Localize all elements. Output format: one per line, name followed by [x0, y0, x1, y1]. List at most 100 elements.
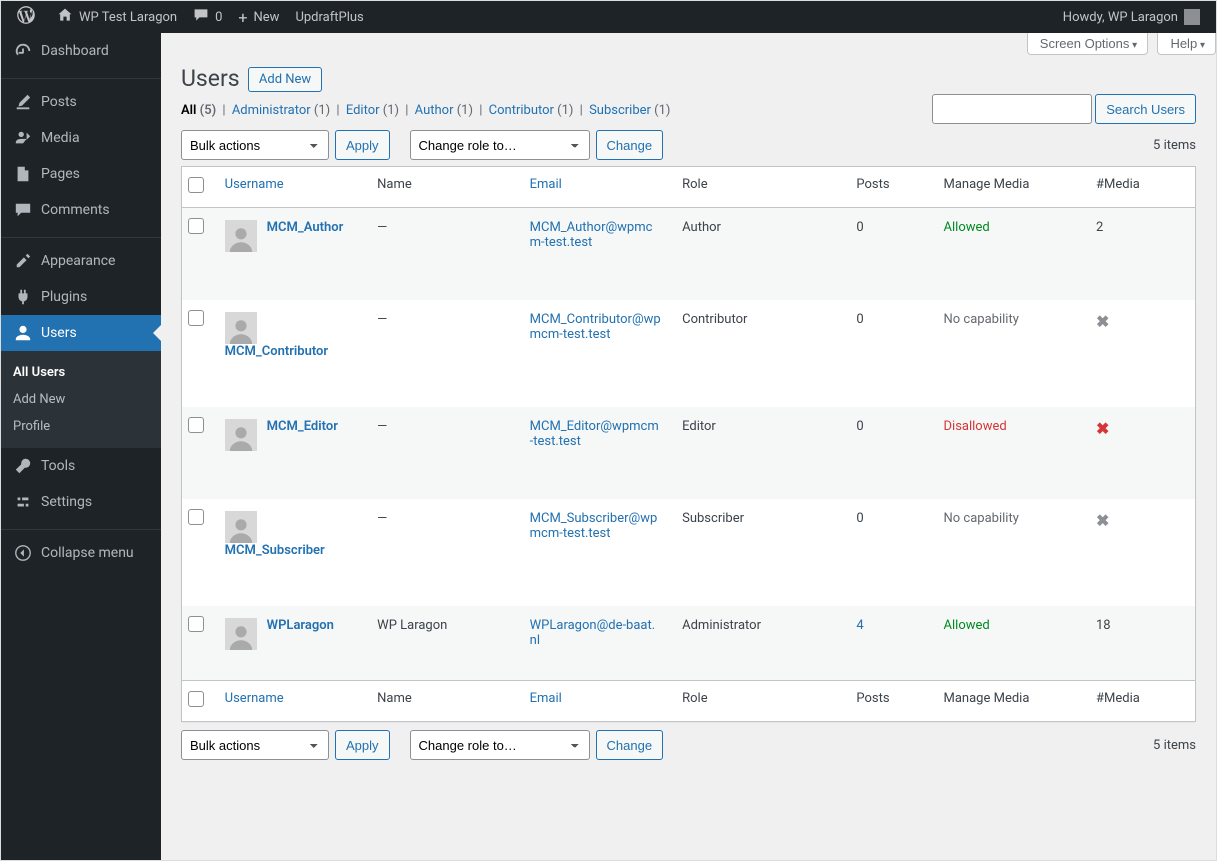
menu-tools[interactable]: Tools [1, 448, 161, 484]
dashboard-icon [13, 41, 33, 61]
filter-administrator[interactable]: Administrator (1) [232, 103, 330, 118]
role-cell: Administrator [672, 606, 846, 680]
x-icon: ✖ [1096, 312, 1109, 331]
avatar [225, 419, 257, 451]
screen-options-toggle[interactable]: Screen Options [1027, 33, 1148, 55]
posts-cell[interactable]: 4 [846, 606, 933, 680]
change-role-button[interactable]: Change [596, 130, 664, 160]
name-cell: — [367, 407, 519, 499]
submenu-item[interactable]: Profile [1, 413, 161, 440]
manage-cell: Allowed [934, 208, 1086, 300]
menu-comments[interactable]: Comments [1, 192, 161, 228]
table-row: MCM_Author—MCM_Author@wpmcm-test.testAut… [182, 208, 1195, 300]
menu-media[interactable]: Media [1, 120, 161, 156]
new-content-link[interactable]: +New [230, 1, 287, 33]
select-all-top[interactable] [188, 177, 204, 193]
submenu-item[interactable]: Add New [1, 386, 161, 413]
posts-cell: 0 [846, 208, 933, 300]
plugins-icon [13, 287, 33, 307]
menu-label: Posts [41, 94, 77, 110]
main-content: Screen Options Help Users Add New All (5… [161, 33, 1216, 860]
col-name[interactable]: Name [367, 167, 519, 208]
filter-contributor[interactable]: Contributor (1) [489, 103, 574, 118]
name-cell: — [367, 300, 519, 407]
username-link[interactable]: MCM_Subscriber [225, 543, 325, 558]
menu-settings[interactable]: Settings [1, 484, 161, 520]
media-cell: ✖ [1086, 499, 1195, 606]
collapse-icon [13, 543, 33, 563]
email-link[interactable]: MCM_Contributor@wpmcm-test.test [530, 312, 661, 342]
menu-collapse[interactable]: Collapse menu [1, 535, 161, 571]
username-link[interactable]: MCM_Author [267, 220, 344, 235]
col-media: #Media [1086, 167, 1195, 208]
wp-logo[interactable] [9, 1, 49, 33]
posts-icon [13, 92, 33, 112]
menu-label: Plugins [41, 289, 87, 305]
table-row: MCM_Editor — MCM_Editor@wpmcm-test.test Edi… [182, 407, 1195, 499]
email-link[interactable]: MCM_Subscriber@wpmcm-test.test [530, 511, 658, 541]
new-label: New [254, 10, 280, 25]
search-users-input[interactable] [932, 94, 1092, 124]
email-link[interactable]: MCM_Author@wpmcm-test.test [530, 220, 653, 250]
select-row[interactable] [188, 509, 204, 525]
username-link[interactable]: MCM_Contributor [225, 344, 328, 359]
change-role-button-bottom[interactable]: Change [596, 730, 664, 760]
page-title: Users [181, 65, 240, 92]
email-link[interactable]: WPLaragon@de-baat.nl [530, 618, 656, 648]
comments-icon [13, 200, 33, 220]
role-cell: Editor [672, 407, 846, 499]
search-users-button[interactable]: Search Users [1095, 94, 1196, 124]
item-count: 5 items [1153, 138, 1196, 153]
select-row[interactable] [188, 310, 204, 326]
bulk-apply-button[interactable]: Apply [335, 130, 390, 160]
users-icon [13, 323, 33, 343]
filter-all[interactable]: All (5) [181, 103, 216, 118]
email-link[interactable]: MCM_Editor@wpmcm-test.test [530, 419, 659, 449]
change-role-select-bottom[interactable]: Change role to… [410, 730, 590, 760]
help-toggle[interactable]: Help [1157, 33, 1216, 55]
name-cell: — [367, 499, 519, 606]
my-account-link[interactable]: Howdy, WP Laragon [1055, 1, 1208, 33]
menu-label: Media [41, 130, 80, 146]
col-username[interactable]: Username [215, 167, 367, 208]
media-cell: ✖ [1086, 407, 1195, 499]
select-all-bottom[interactable] [188, 691, 204, 707]
bulk-actions-select[interactable]: Bulk actions [181, 130, 329, 160]
menu-users[interactable]: Users [1, 315, 161, 351]
item-count-bottom: 5 items [1153, 738, 1196, 753]
submenu-item[interactable]: All Users [1, 359, 161, 386]
username-link[interactable]: WPLaragon [267, 618, 334, 633]
menu-dashboard[interactable]: Dashboard [1, 33, 161, 69]
comments-link[interactable]: 0 [185, 1, 230, 33]
col-email[interactable]: Email [520, 167, 672, 208]
menu-pages[interactable]: Pages [1, 156, 161, 192]
updraftplus-link[interactable]: UpdraftPlus [287, 1, 371, 33]
menu-plugins[interactable]: Plugins [1, 279, 161, 315]
role-cell: Contributor [672, 300, 846, 407]
tablenav-bottom: Bulk actions Apply Change role to… Chang… [181, 728, 1196, 762]
comment-icon [193, 7, 209, 27]
add-new-user-button[interactable]: Add New [248, 67, 322, 92]
change-role-select[interactable]: Change role to… [410, 130, 590, 160]
menu-label: Tools [41, 458, 75, 474]
media-icon [13, 128, 33, 148]
filter-author[interactable]: Author (1) [415, 103, 473, 118]
media-cell: 2 [1086, 208, 1195, 300]
select-row[interactable] [188, 417, 204, 433]
filter-subscriber[interactable]: Subscriber (1) [589, 103, 670, 118]
search-box: Search Users [932, 94, 1196, 124]
select-row[interactable] [188, 616, 204, 632]
menu-appearance[interactable]: Appearance [1, 243, 161, 279]
col-role: Role [672, 167, 846, 208]
screen-meta-links: Screen Options Help [1021, 33, 1216, 55]
role-cell: Author [672, 208, 846, 300]
site-name-link[interactable]: WP Test Laragon [49, 1, 185, 33]
bulk-apply-button-bottom[interactable]: Apply [335, 730, 390, 760]
filter-editor[interactable]: Editor (1) [346, 103, 399, 118]
username-link[interactable]: MCM_Editor [267, 419, 338, 434]
tools-icon [13, 456, 33, 476]
select-row[interactable] [188, 218, 204, 234]
menu-posts[interactable]: Posts [1, 84, 161, 120]
table-row: MCM_Contributor — MCM_Contributor@wpmcm-te… [182, 300, 1195, 407]
bulk-actions-select-bottom[interactable]: Bulk actions [181, 730, 329, 760]
